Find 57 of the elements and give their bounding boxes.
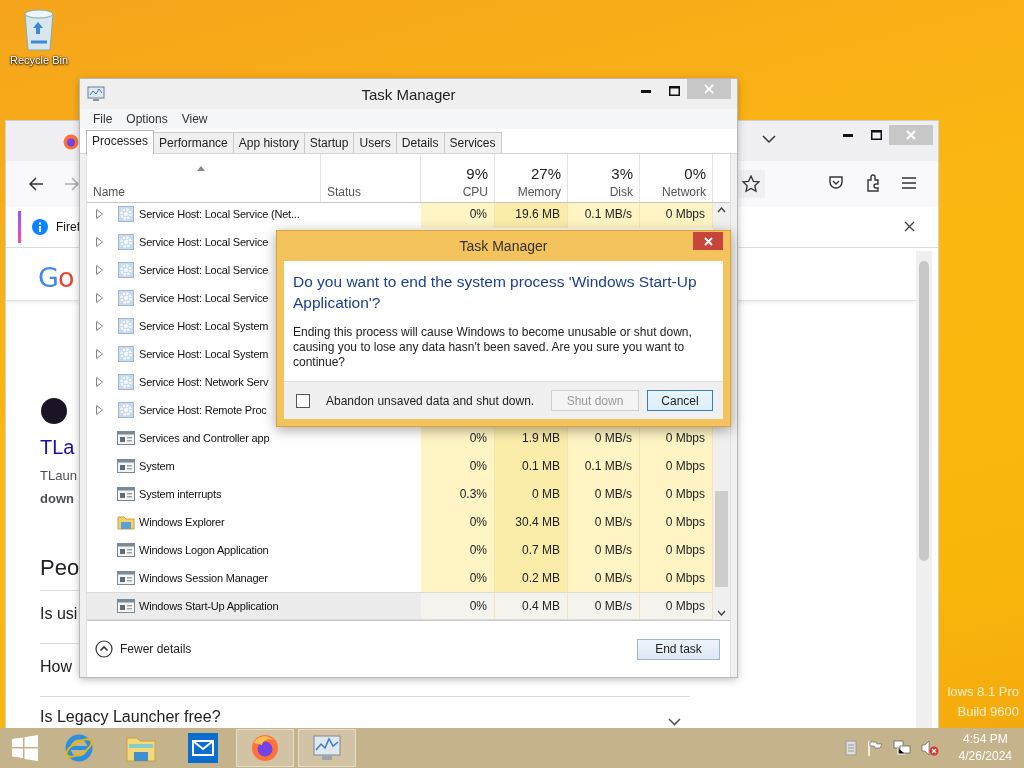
disk-cell: 0 MB/s bbox=[568, 480, 640, 508]
network-cell: 0 Mbps bbox=[640, 536, 713, 564]
dialog-heading: Do you want to end the system process 'Windows Start-Up Application'? bbox=[293, 272, 698, 313]
cpu-cell: 0% bbox=[421, 203, 495, 228]
process-name: Windows Explorer bbox=[139, 516, 225, 528]
network-cell: 0 Mbps bbox=[640, 480, 713, 508]
process-name: System interrupts bbox=[139, 488, 222, 500]
disk-cell: 0.1 MB/s bbox=[568, 203, 640, 228]
network-cell: 0 Mbps bbox=[640, 593, 713, 619]
usage-percent: 3% bbox=[611, 165, 633, 182]
cpu-cell: 0.3% bbox=[421, 480, 495, 508]
notification-text: Firef bbox=[56, 220, 80, 234]
process-name: Service Host: Local Service bbox=[139, 264, 269, 276]
process-name: Windows Logon Application bbox=[139, 544, 269, 556]
dialog-title: Task Manager bbox=[459, 238, 548, 254]
disk-cell: 0 MB/s bbox=[568, 508, 640, 536]
disk-cell: 0.1 MB/s bbox=[568, 452, 640, 480]
disk-cell: 0 MB/s bbox=[568, 593, 640, 619]
window-title: Task Manager bbox=[361, 85, 456, 103]
memory-cell: 19.6 MB bbox=[495, 203, 568, 228]
result-snippet: down bbox=[40, 491, 74, 506]
memory-cell: 0.2 MB bbox=[495, 564, 568, 592]
process-name: Service Host: Local Service bbox=[139, 236, 269, 248]
usage-percent: 27% bbox=[530, 165, 561, 182]
process-name: Service Host: Local Service (Net... bbox=[139, 208, 300, 220]
usage-percent: 0% bbox=[684, 165, 706, 182]
cpu-cell: 0% bbox=[421, 564, 495, 592]
process-name: Service Host: Local Service bbox=[139, 292, 269, 304]
disk-cell: 0 MB/s bbox=[568, 536, 640, 564]
cpu-cell: 0% bbox=[421, 536, 495, 564]
memory-cell: 0 MB bbox=[495, 480, 568, 508]
memory-cell: 0.7 MB bbox=[495, 536, 568, 564]
network-cell: 0 Mbps bbox=[640, 452, 713, 480]
edition-text: lows 8.1 Pro bbox=[947, 684, 1019, 699]
disk-cell: 0 MB/s bbox=[568, 564, 640, 592]
cpu-cell: 0% bbox=[421, 593, 495, 619]
cpu-cell: 0% bbox=[421, 452, 495, 480]
memory-cell: 30.4 MB bbox=[495, 508, 568, 536]
cpu-cell: 0% bbox=[421, 508, 495, 536]
network-cell: 0 Mbps bbox=[640, 564, 713, 592]
usage-percent: 9% bbox=[466, 165, 488, 182]
network-cell: 0 Mbps bbox=[640, 508, 713, 536]
memory-cell: 0.4 MB bbox=[495, 593, 568, 619]
process-name: System bbox=[139, 460, 175, 472]
process-name: Windows Start-Up Application bbox=[139, 600, 279, 612]
dialog-message: Ending this process will cause Windows to become unusable or shut down, causing you to lose any data hasn't been saved. Are you sure you want to continue? bbox=[293, 325, 693, 370]
edition-text: Build 9600 bbox=[957, 704, 1019, 719]
process-name: Service Host: Remote Proc bbox=[139, 404, 267, 416]
network-cell: 0 Mbps bbox=[640, 203, 713, 228]
result-source: TLaun bbox=[40, 468, 77, 483]
process-name: Services and Controller app bbox=[139, 432, 270, 444]
process-name: Service Host: Local System bbox=[139, 348, 269, 360]
section-heading: Peo bbox=[40, 555, 80, 581]
process-name: Service Host: Network Serv bbox=[139, 376, 269, 388]
memory-cell: 0.1 MB bbox=[495, 452, 568, 480]
process-name: Service Host: Local System bbox=[139, 320, 269, 332]
process-name: Windows Session Manager bbox=[139, 572, 268, 584]
